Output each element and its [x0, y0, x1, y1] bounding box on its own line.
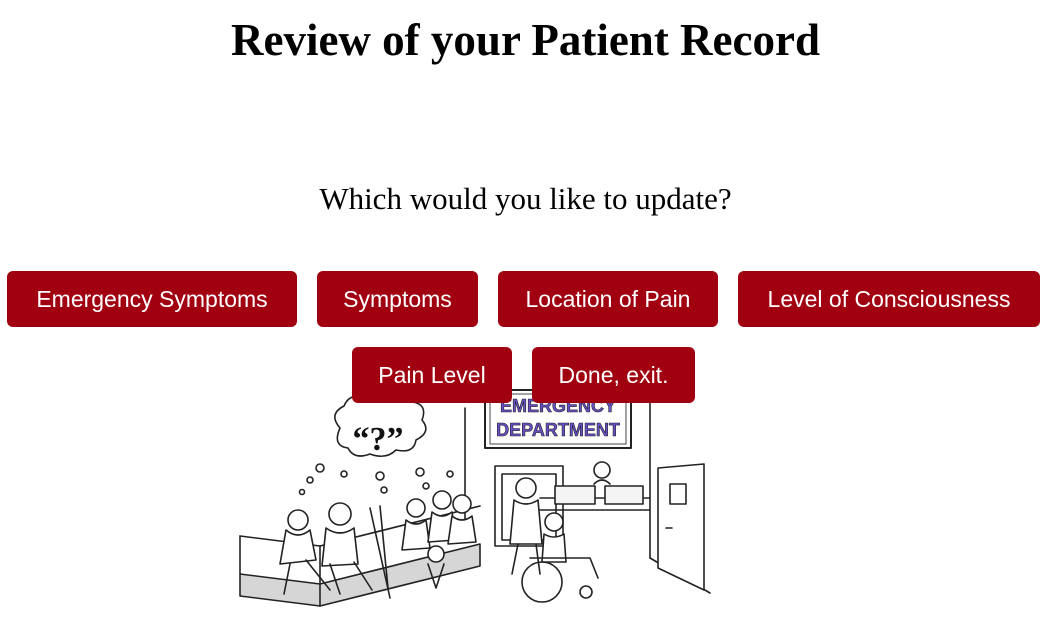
thought-bubble: “?”: [298, 390, 454, 496]
emergency-waiting-room-illustration: EMERGENCY DEPARTMENT “?”: [239, 389, 711, 607]
emergency-symptoms-button[interactable]: Emergency Symptoms: [7, 271, 297, 327]
exit-door: [657, 463, 705, 591]
thought-text: “?”: [353, 421, 404, 458]
location-of-pain-button[interactable]: Location of Pain: [498, 271, 718, 327]
level-of-consciousness-button[interactable]: Level of Consciousness: [738, 271, 1040, 327]
page-title: Review of your Patient Record: [230, 15, 821, 65]
done-exit-button[interactable]: Done, exit.: [532, 347, 695, 403]
pain-level-button[interactable]: Pain Level: [352, 347, 512, 403]
symptoms-button[interactable]: Symptoms: [317, 271, 478, 327]
update-prompt: Which would you like to update?: [319, 181, 732, 216]
sign-line-2: DEPARTMENT: [496, 420, 620, 440]
